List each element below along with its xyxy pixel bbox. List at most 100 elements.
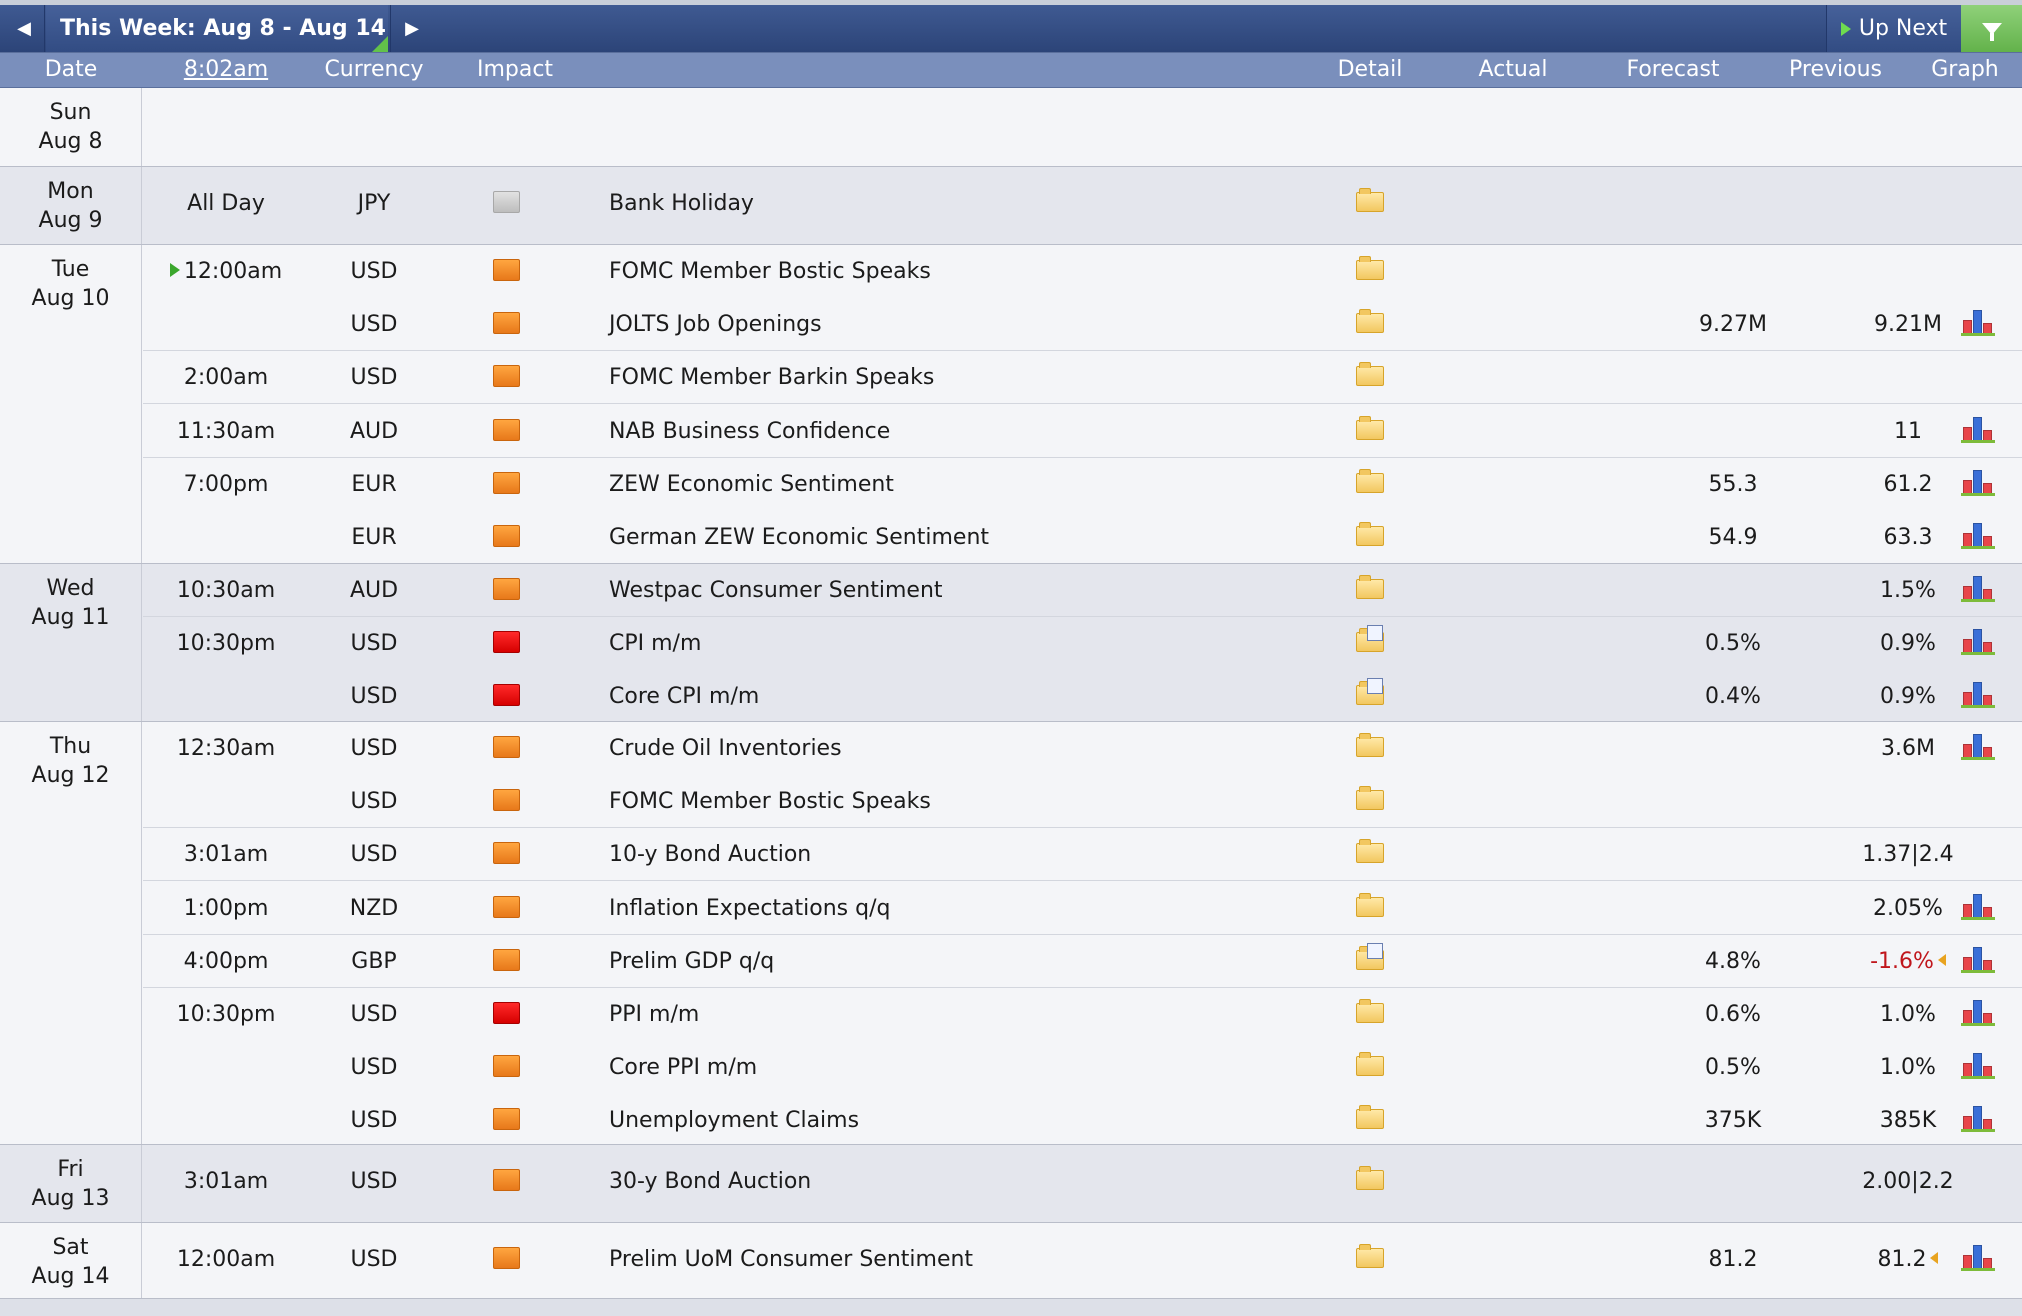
folder-icon[interactable] xyxy=(1356,733,1384,757)
impact-orange-icon[interactable] xyxy=(492,736,520,758)
event-title[interactable]: 30-y Bond Auction xyxy=(609,1155,1309,1208)
event-row[interactable]: 11:30am AUD NAB Business Confidence 11 xyxy=(143,405,2022,458)
event-row[interactable]: 12:30am USD Crude Oil Inventories 3.6M xyxy=(143,722,2022,775)
impact-orange-icon[interactable] xyxy=(492,471,520,494)
bar-graph-icon[interactable] xyxy=(1961,1106,1995,1133)
bar-graph-icon[interactable] xyxy=(1961,946,1995,973)
impact-orange-icon[interactable] xyxy=(492,418,520,441)
event-row[interactable]: USD FOMC Member Bostic Speaks xyxy=(143,775,2022,829)
event-title[interactable]: PPI m/m xyxy=(609,988,1309,1041)
folder-icon[interactable] xyxy=(1356,786,1384,811)
event-title[interactable]: FOMC Member Bostic Speaks xyxy=(609,245,1309,298)
next-week-button[interactable]: ▶ xyxy=(390,5,433,52)
folder-icon[interactable] xyxy=(1356,1166,1384,1190)
event-title[interactable]: CPI m/m xyxy=(609,617,1309,670)
impact-orange-icon[interactable] xyxy=(492,525,520,547)
bar-graph-icon[interactable] xyxy=(1961,629,1995,656)
folder-document-icon[interactable] xyxy=(1356,942,1384,970)
event-row[interactable]: 3:01am USD 10-y Bond Auction 1.37|2.4 xyxy=(143,828,2022,882)
event-title[interactable]: Bank Holiday xyxy=(609,177,1309,230)
filter-button[interactable] xyxy=(1961,5,2022,52)
event-title[interactable]: NAB Business Confidence xyxy=(609,405,1309,458)
impact-orange-icon[interactable] xyxy=(492,312,520,335)
bar-graph-icon[interactable] xyxy=(1961,310,1995,337)
event-title[interactable]: 10-y Bond Auction xyxy=(609,828,1309,881)
folder-icon[interactable] xyxy=(1356,839,1384,864)
impact-orange-icon[interactable] xyxy=(492,948,520,971)
folder-icon[interactable] xyxy=(1356,892,1384,917)
impact-orange-icon[interactable] xyxy=(492,259,520,281)
folder-document-icon[interactable] xyxy=(1356,625,1384,653)
folder-icon[interactable] xyxy=(1356,1052,1384,1077)
folder-icon[interactable] xyxy=(1356,309,1384,334)
previous-week-button[interactable]: ◀ xyxy=(4,5,45,52)
event-title[interactable]: Inflation Expectations q/q xyxy=(609,882,1309,935)
event-row[interactable]: USD Unemployment Claims 375K 385K xyxy=(143,1094,2022,1147)
event-title[interactable]: Unemployment Claims xyxy=(609,1094,1309,1147)
bar-graph-icon[interactable] xyxy=(1961,682,1995,709)
revised-marker-icon[interactable] xyxy=(1937,953,1946,966)
folder-icon[interactable] xyxy=(1356,575,1384,599)
impact-gray-icon[interactable] xyxy=(492,191,520,213)
event-title[interactable]: FOMC Member Barkin Speaks xyxy=(609,351,1309,404)
impact-orange-icon[interactable] xyxy=(492,1169,520,1191)
event-title[interactable]: JOLTS Job Openings xyxy=(609,298,1309,351)
bar-graph-icon[interactable] xyxy=(1961,893,1995,920)
impact-orange-icon[interactable] xyxy=(492,1247,520,1269)
event-title[interactable]: Core CPI m/m xyxy=(609,670,1309,723)
folder-icon[interactable] xyxy=(1356,362,1384,387)
bar-graph-icon[interactable] xyxy=(1961,734,1995,760)
impact-orange-icon[interactable] xyxy=(492,578,520,600)
header-time[interactable]: 8:02am xyxy=(143,53,309,87)
impact-orange-icon[interactable] xyxy=(492,789,520,812)
event-row[interactable]: USD JOLTS Job Openings 9.27M 9.21M xyxy=(143,298,2022,352)
bar-graph-icon[interactable] xyxy=(1961,576,1995,602)
event-row[interactable]: 10:30am AUD Westpac Consumer Sentiment 1.5% xyxy=(143,564,2022,617)
event-row[interactable]: 7:00pm EUR ZEW Economic Sentiment 55.3 61.2 xyxy=(143,458,2022,511)
folder-icon[interactable] xyxy=(1356,1105,1384,1130)
bar-graph-icon[interactable] xyxy=(1961,1053,1995,1080)
up-next-button[interactable]: Up Next xyxy=(1826,5,1961,52)
event-row[interactable]: 4:00pm GBP Prelim GDP q/q 4.8% -1.6% xyxy=(143,935,2022,988)
folder-icon[interactable] xyxy=(1356,188,1384,212)
impact-orange-icon[interactable] xyxy=(492,365,520,388)
event-row[interactable]: 2:00am USD FOMC Member Barkin Speaks xyxy=(143,351,2022,405)
revised-marker-icon[interactable] xyxy=(1930,1252,1939,1264)
folder-icon[interactable] xyxy=(1356,256,1384,280)
bar-graph-icon[interactable] xyxy=(1961,1245,1995,1271)
event-title[interactable]: Core PPI m/m xyxy=(609,1041,1309,1094)
impact-red-icon[interactable] xyxy=(492,1002,520,1024)
week-title[interactable]: This Week: Aug 8 - Aug 14 xyxy=(46,5,388,52)
impact-red-icon[interactable] xyxy=(492,631,520,654)
event-title[interactable]: Prelim UoM Consumer Sentiment xyxy=(609,1233,1309,1286)
folder-icon[interactable] xyxy=(1356,415,1384,440)
bar-graph-icon[interactable] xyxy=(1961,469,1995,496)
event-row[interactable]: 1:00pm NZD Inflation Expectations q/q 2.05% xyxy=(143,882,2022,935)
impact-orange-icon[interactable] xyxy=(492,895,520,918)
folder-document-icon[interactable] xyxy=(1356,678,1384,706)
event-row[interactable]: 10:30pm USD CPI m/m 0.5% 0.9% xyxy=(143,617,2022,670)
folder-icon[interactable] xyxy=(1356,522,1384,546)
folder-icon[interactable] xyxy=(1356,1244,1384,1268)
impact-orange-icon[interactable] xyxy=(492,1108,520,1131)
event-title[interactable]: Crude Oil Inventories xyxy=(609,722,1309,775)
impact-orange-icon[interactable] xyxy=(492,1055,520,1078)
bar-graph-icon[interactable] xyxy=(1961,416,1995,443)
event-row[interactable]: USD Core CPI m/m 0.4% 0.9% xyxy=(143,670,2022,723)
event-row[interactable]: 10:30pm USD PPI m/m 0.6% 1.0% xyxy=(143,988,2022,1041)
event-row[interactable]: 12:00am USD FOMC Member Bostic Speaks xyxy=(143,245,2022,298)
event-title[interactable]: German ZEW Economic Sentiment xyxy=(609,511,1309,564)
event-row[interactable]: 3:01am USD 30-y Bond Auction 2.00|2.2 xyxy=(143,1155,2022,1208)
event-row[interactable]: 12:00am USD Prelim UoM Consumer Sentiment 8… xyxy=(143,1233,2022,1286)
event-title[interactable]: FOMC Member Bostic Speaks xyxy=(609,775,1309,828)
folder-icon[interactable] xyxy=(1356,468,1384,493)
folder-icon[interactable] xyxy=(1356,999,1384,1023)
event-title[interactable]: ZEW Economic Sentiment xyxy=(609,458,1309,511)
impact-red-icon[interactable] xyxy=(492,684,520,707)
bar-graph-icon[interactable] xyxy=(1961,1000,1995,1026)
bar-graph-icon[interactable] xyxy=(1961,523,1995,549)
impact-orange-icon[interactable] xyxy=(492,842,520,865)
event-title[interactable]: Westpac Consumer Sentiment xyxy=(609,564,1309,617)
event-row[interactable]: USD Core PPI m/m 0.5% 1.0% xyxy=(143,1041,2022,1094)
event-row[interactable]: All Day JPY Bank Holiday xyxy=(143,177,2022,230)
